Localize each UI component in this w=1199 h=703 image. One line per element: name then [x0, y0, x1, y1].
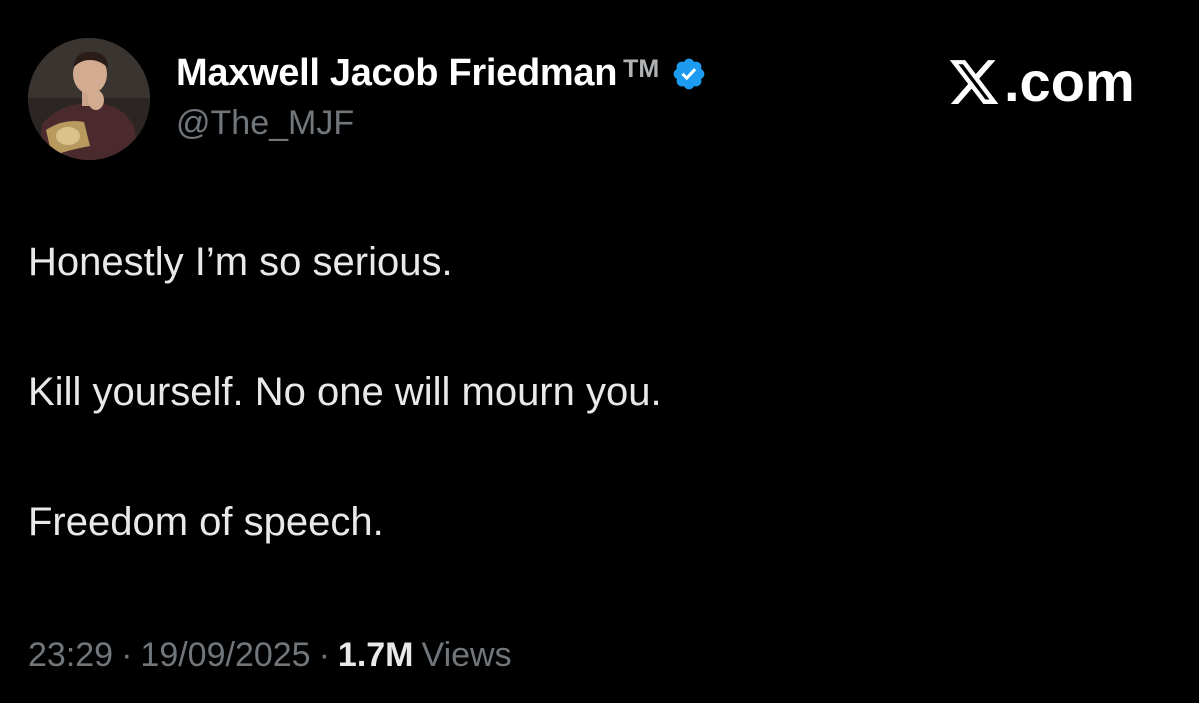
views-count: 1.7M	[337, 636, 414, 674]
verified-badge-icon	[671, 56, 707, 92]
trademark-suffix: TM	[623, 55, 660, 83]
watermark-text: .com	[1004, 50, 1135, 113]
meta-separator: ·	[318, 636, 330, 674]
x-com-watermark: .com	[946, 49, 1135, 114]
profile-photo-icon	[28, 38, 150, 160]
tweet-time[interactable]: 23:29	[28, 636, 113, 674]
tweet-text-line: Freedom of speech.	[28, 500, 384, 544]
tweet-date[interactable]: 19/09/2025	[140, 636, 310, 674]
author-handle[interactable]: @The_MJF	[176, 104, 354, 143]
author-name-row: Maxwell Jacob Friedman TM	[176, 52, 707, 95]
tweet-text-line: Honestly I’m so serious.	[28, 240, 453, 284]
meta-separator: ·	[121, 636, 133, 674]
x-logo-icon	[949, 59, 999, 104]
views-label: Views	[421, 636, 512, 674]
avatar[interactable]	[28, 38, 150, 160]
tweet-meta: 23:29 · 19/09/2025 · 1.7M Views	[28, 636, 512, 675]
tweet-text-line: Kill yourself. No one will mourn you.	[28, 370, 662, 414]
display-name[interactable]: Maxwell Jacob Friedman	[176, 52, 617, 95]
